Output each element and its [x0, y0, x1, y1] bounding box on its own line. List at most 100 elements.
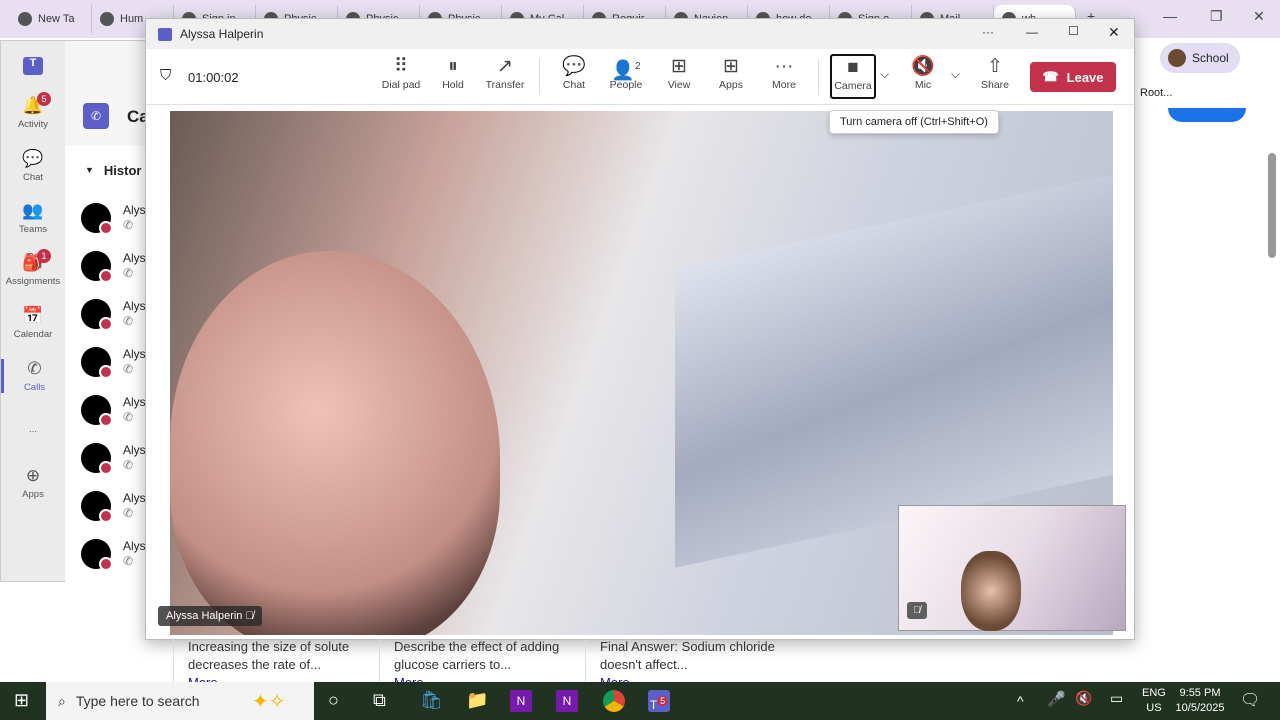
video-camera-icon: ■ [847, 57, 859, 78]
rail-item-Calls[interactable]: ✆ Calls [1, 359, 65, 393]
call-icon: ✆ [123, 506, 134, 520]
call-icon: ✆ [123, 314, 134, 328]
people-button[interactable]: 👤2 People [601, 55, 651, 91]
restore-icon[interactable]: ❐ [1210, 8, 1223, 25]
view-button[interactable]: ⊞ View [654, 55, 704, 91]
more-link[interactable]: More [600, 674, 777, 682]
transfer-button[interactable]: ↗ Transfer [480, 55, 530, 91]
history-section[interactable]: ▼ Histor [65, 146, 149, 194]
cortana-icon[interactable]: ○ [328, 690, 339, 711]
avatar [81, 203, 113, 235]
avatar [81, 491, 113, 523]
task-view-icon[interactable]: ⧉ [373, 690, 386, 711]
file-explorer-icon[interactable]: 📁 [466, 690, 488, 711]
label: Chat [562, 79, 586, 91]
minimize-icon[interactable]: — [1026, 25, 1038, 39]
rail-item-Assignments[interactable]: 🎒 1 Assignments [1, 249, 65, 287]
hang-up-icon: ☎ [1042, 69, 1059, 84]
call-history-row[interactable]: Alys ✆ [65, 338, 149, 386]
participant-nametag: Alyssa Halperin 🎙̸ [158, 606, 262, 626]
browser-tab[interactable]: New Ta [10, 5, 92, 33]
chrome-icon[interactable] [603, 690, 625, 712]
onenote-icon[interactable]: N [556, 690, 578, 712]
taskbar-search[interactable]: ⌕ Type here to search ✦✧ [46, 682, 314, 720]
rail-label: Assignments [5, 276, 61, 287]
mic-button[interactable]: 🔇 Mic [898, 55, 948, 91]
sparkle-icon: ✦✧ [252, 690, 286, 713]
call-icon: ✆ [123, 362, 134, 376]
rail-item-Activity[interactable]: 🔔 5 Activity [1, 92, 65, 130]
chat-button[interactable]: 💬 Chat [549, 55, 599, 91]
result-card[interactable]: Final Answer: Sodium chloride doesn't af… [585, 638, 791, 682]
more-button[interactable]: ··· More [759, 55, 809, 91]
maximize-icon[interactable]: ☐ [1068, 24, 1079, 38]
rail-item-Calendar[interactable]: 📅 Calendar [1, 306, 65, 340]
avatar [1168, 49, 1186, 67]
close-icon[interactable]: ✕ [1108, 24, 1120, 41]
result-card[interactable]: Describe the effect of adding glucose ca… [379, 638, 585, 682]
call-titlebar: Alyssa Halperin ··· — ☐ ✕ [146, 19, 1134, 49]
speaker-muted-icon[interactable]: 🔇 [1075, 690, 1092, 707]
chevron-up-icon[interactable]: ^ [1017, 693, 1024, 709]
breadcrumb[interactable]: Root... [1140, 87, 1172, 99]
close-icon[interactable]: ✕ [1253, 8, 1265, 25]
more-options-icon[interactable]: ··· [982, 25, 994, 39]
contact-name: Alys ✆ [123, 491, 146, 520]
call-history-row[interactable]: Alys ✆ [65, 530, 149, 578]
blue-button[interactable] [1168, 108, 1246, 122]
tab-label: New Ta [38, 13, 75, 25]
leave-label: Leave [1066, 69, 1104, 85]
rail-item-Apps[interactable]: ⊕ Apps [1, 466, 65, 500]
call-history-row[interactable]: Alys ✆ [65, 242, 149, 290]
call-history-row[interactable]: Alys ✆ [65, 194, 149, 242]
phone-icon: ✆ [27, 359, 42, 378]
call-history-row[interactable]: Alys ✆ [65, 386, 149, 434]
leave-button[interactable]: ☎ Leave [1030, 62, 1116, 92]
result-card[interactable]: Increasing the size of solute decreases … [173, 638, 379, 682]
store-icon[interactable]: 🛍 [420, 690, 443, 711]
profile-label: School [1192, 51, 1229, 65]
scrollbar[interactable] [1268, 153, 1276, 258]
rail-item-Teams[interactable]: 👥 Teams [1, 201, 65, 235]
call-history-row[interactable]: Alys ✆ [65, 290, 149, 338]
dialpad-button[interactable]: ⠿ Dial pad [376, 55, 426, 91]
share-button[interactable]: ⇧ Share [970, 55, 1020, 91]
windows-start-icon[interactable]: ⊞ [14, 690, 29, 711]
label: Share [980, 79, 1010, 91]
clock[interactable]: 9:55 PM 10/5/2025 [1175, 686, 1225, 716]
more-link[interactable]: More [394, 674, 571, 682]
contact-name: Alys ✆ [123, 251, 146, 280]
dialpad-icon: ⠿ [394, 56, 408, 77]
rail-item-[interactable]: ... [1, 421, 65, 435]
hold-button[interactable]: ⏸ Hold [428, 55, 478, 91]
call-icon: ✆ [123, 410, 134, 424]
rail-label: Activity [17, 119, 49, 130]
teams-badge: 5 [657, 696, 669, 706]
onenote-icon[interactable]: N [510, 690, 532, 712]
teams-taskbar-icon[interactable]: T5 [648, 690, 670, 712]
call-icon: ✆ [123, 458, 134, 472]
more-link[interactable]: More [188, 674, 365, 682]
notification-icon[interactable]: 🗨 [1240, 690, 1260, 710]
calls-list: ▼ Histor Alys ✆ Alys ✆ Alys ✆ Alys ✆ Alys ✆ Alys ✆ Al… [65, 146, 149, 583]
people-count: 2 [635, 61, 641, 72]
label: More [772, 79, 796, 91]
call-history-row[interactable]: Alys ✆ [65, 482, 149, 530]
apps-button[interactable]: ⊞ Apps [706, 55, 756, 91]
assignments-icon: 🎒 [22, 253, 44, 272]
label: Mic [914, 79, 932, 91]
minimize-icon[interactable]: — [1163, 8, 1177, 24]
call-history-row[interactable]: Alys ✆ [65, 434, 149, 482]
profile-button[interactable]: School [1160, 43, 1240, 73]
mic-options-chevron-icon[interactable]: ⌵ [951, 67, 960, 82]
camera-button[interactable]: ■ Camera [830, 54, 876, 99]
call-icon: ✆ [123, 218, 134, 232]
language-indicator[interactable]: ENG US [1142, 686, 1166, 716]
microphone-icon[interactable]: 🎤 [1047, 690, 1066, 708]
participant-name: Alyssa Halperin [166, 610, 243, 622]
caret-down-icon: ▼ [85, 165, 94, 175]
camera-options-chevron-icon[interactable]: ⌵ [880, 67, 889, 82]
call-window: Alyssa Halperin ··· — ☐ ✕ ⛉ 01:00:02 ⠿ Di… [145, 18, 1135, 640]
rail-item-Chat[interactable]: 💬 Chat [1, 149, 65, 183]
display-icon[interactable]: ▭ [1110, 690, 1123, 707]
